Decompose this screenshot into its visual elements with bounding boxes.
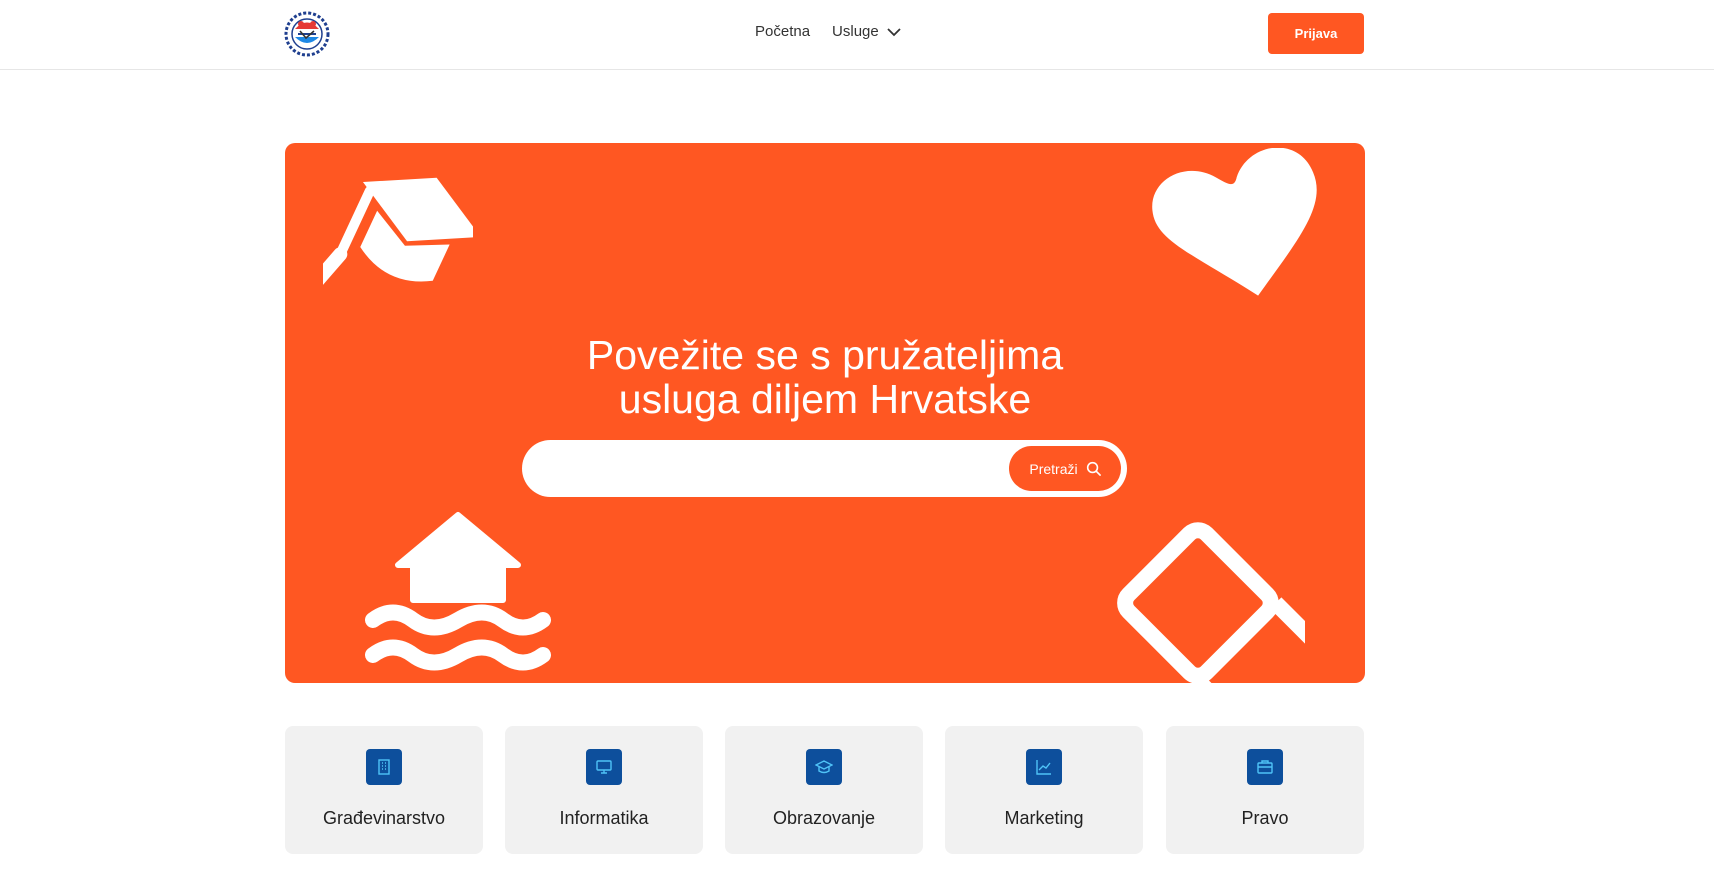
login-button[interactable]: Prijava xyxy=(1268,13,1364,54)
category-card-informatika[interactable]: Informatika xyxy=(505,726,703,854)
building-icon xyxy=(378,759,390,775)
search-bar: Pretraži xyxy=(522,440,1127,497)
monitor-icon xyxy=(596,760,612,774)
category-label: Informatika xyxy=(559,808,649,828)
hero-title-line-1: Povežite se s pružateljima xyxy=(586,332,1064,378)
category-card-pravo[interactable]: Pravo xyxy=(1166,726,1364,854)
search-button[interactable]: Pretraži xyxy=(1009,446,1121,491)
main-nav: Početna Usluge xyxy=(755,23,901,40)
category-icon-box xyxy=(806,749,842,785)
top-navigation-bar: Početna Usluge Prijava xyxy=(0,0,1714,70)
category-icon-box xyxy=(366,749,402,785)
hero-title-line-2: usluga diljem Hrvatske xyxy=(618,376,1032,422)
hero-banner: Povežite se s pružateljima usluga diljem… xyxy=(285,143,1365,683)
category-label: Pravo xyxy=(1241,808,1289,828)
nav-usluge-label: Usluge xyxy=(832,23,879,40)
flooded-house-icon xyxy=(365,512,551,671)
category-card-gradevinarstvo[interactable]: Građevinarstvo xyxy=(285,726,483,854)
nav-usluge[interactable]: Usluge xyxy=(832,23,901,40)
category-label: Marketing xyxy=(1004,808,1084,828)
heart-icon xyxy=(1152,148,1317,296)
chart-icon xyxy=(1036,760,1051,775)
search-button-label: Pretraži xyxy=(1029,460,1078,477)
chevron-down-icon xyxy=(887,27,901,36)
category-card-obrazovanje[interactable]: Obrazovanje xyxy=(725,726,923,854)
eraser-icon xyxy=(1117,522,1305,683)
category-label: Obrazovanje xyxy=(772,808,876,828)
category-list: Građevinarstvo Informatika Obrazovanje M… xyxy=(285,726,1365,856)
crest-logo-icon[interactable] xyxy=(284,11,330,57)
nav-pocetna[interactable]: Početna xyxy=(755,23,810,40)
category-label: Građevinarstvo xyxy=(322,808,446,828)
category-icon-box xyxy=(1026,749,1062,785)
briefcase-icon xyxy=(1257,760,1273,774)
graduation-cap-icon xyxy=(815,760,833,774)
category-icon-box xyxy=(586,749,622,785)
category-icon-box xyxy=(1247,749,1283,785)
hero-title: Povežite se s pružateljima usluga diljem… xyxy=(285,333,1365,421)
category-card-marketing[interactable]: Marketing xyxy=(945,726,1143,854)
graduation-cap-icon xyxy=(323,177,473,289)
search-input[interactable] xyxy=(542,450,986,488)
search-icon xyxy=(1086,461,1101,476)
